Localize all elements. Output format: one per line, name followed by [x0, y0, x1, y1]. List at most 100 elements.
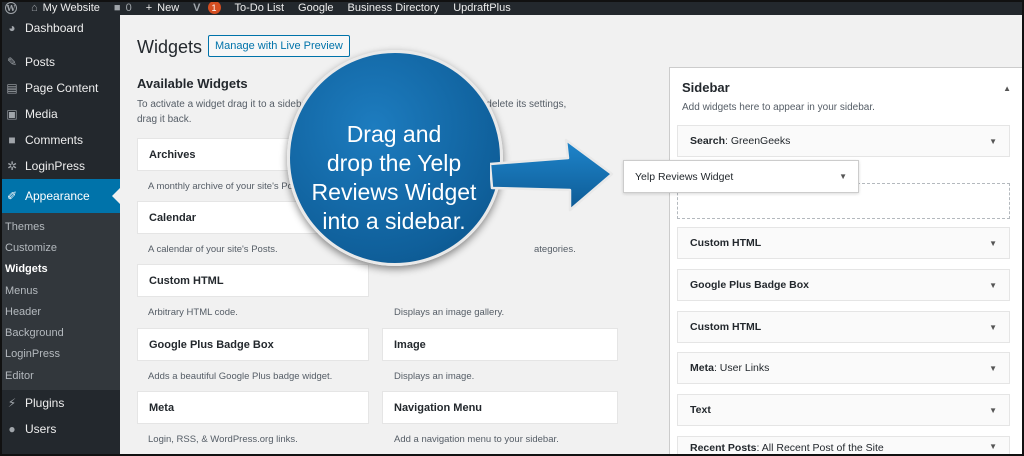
pushpin-icon: ✎ — [6, 55, 18, 69]
sidebar-widget-meta[interactable]: Meta: User Links ▼ — [677, 352, 1010, 384]
media-icon: ▣ — [6, 107, 18, 121]
widget-meta[interactable]: Meta — [137, 391, 369, 424]
menu-loginpress[interactable]: ✲ LoginPress — [0, 153, 120, 179]
sidebar-widget-custom-html[interactable]: Custom HTML ▼ — [677, 227, 1010, 259]
submenu-customize[interactable]: Customize — [0, 237, 120, 258]
collapse-arrow-icon[interactable]: ▲ — [1003, 84, 1011, 93]
comments-link[interactable]: ■ 0 — [114, 2, 132, 14]
comment-bubble-icon: ■ — [8, 133, 16, 147]
sidebar-widget-subtitle: : All Recent Post of the Site — [756, 441, 884, 454]
admin-menu: ◕ Dashboard ✎ Posts ▤ Page Content ▣ Med… — [0, 15, 120, 456]
menu-posts-label: Posts — [25, 55, 56, 69]
sidebar-widget-subtitle: : User Links — [713, 362, 770, 374]
sidebar-widget-search[interactable]: Search: GreenGeeks ▼ — [677, 125, 1010, 157]
caret-down-icon[interactable]: ▼ — [989, 281, 997, 290]
available-desc-part-c: drag it back. — [137, 114, 192, 125]
sidebar-widget-name: Text — [690, 404, 711, 416]
menu-page-content-label: Page Content — [25, 81, 99, 95]
submenu-themes[interactable]: Themes — [0, 216, 120, 237]
submenu-header[interactable]: Header — [0, 301, 120, 322]
caret-down-icon[interactable]: ▼ — [989, 239, 997, 248]
widget-meta-desc: Login, RSS, & WordPress.org links. — [148, 434, 298, 445]
sidebar-widget-google-plus-badge[interactable]: Google Plus Badge Box ▼ — [677, 269, 1010, 301]
sidebar-widget-name: Meta — [690, 362, 714, 374]
sidebar-title: Sidebar — [682, 80, 730, 95]
menu-users[interactable]: ● Users — [0, 416, 120, 442]
dragged-widget-label: Yelp Reviews Widget — [635, 170, 734, 183]
admin-bar: W ⌂ My Website ■ 0 + New V 1 To-Do List … — [0, 0, 1024, 15]
submenu-widgets[interactable]: Widgets — [0, 259, 120, 280]
instruction-callout-text: Drag and drop the Yelp Reviews Widget in… — [296, 120, 492, 236]
submenu-loginpress[interactable]: LoginPress — [0, 344, 120, 365]
sidebar-widget-area[interactable]: Sidebar ▲ Add widgets here to appear in … — [669, 67, 1024, 456]
dragged-yelp-reviews-widget[interactable]: Yelp Reviews Widget ▼ — [623, 160, 859, 193]
sidebar-widget-custom-html-2[interactable]: Custom HTML ▼ — [677, 311, 1010, 343]
gear-icon: ✲ — [6, 159, 18, 173]
menu-dashboard[interactable]: ◕ Dashboard — [0, 15, 120, 41]
widget-image[interactable]: Image — [382, 328, 618, 361]
caret-down-icon: ▼ — [839, 172, 847, 181]
new-content-link[interactable]: + New — [146, 2, 179, 14]
available-desc-part-a: To activate a widget drag it to a sideba… — [137, 99, 323, 110]
widget-categories-desc: ategories. — [534, 244, 576, 255]
menu-comments[interactable]: ■ Comments — [0, 127, 120, 153]
menu-comments-label: Comments — [25, 133, 84, 147]
widget-navigation-menu-desc: Add a navigation menu to your sidebar. — [394, 434, 559, 445]
callout-line: Reviews Widget — [311, 179, 477, 205]
widget-google-plus-desc: Adds a beautiful Google Plus badge widge… — [148, 371, 333, 382]
google-link[interactable]: Google — [298, 2, 333, 14]
menu-loginpress-label: LoginPress — [25, 159, 86, 173]
sidebar-description: Add widgets here to appear in your sideb… — [682, 102, 875, 113]
caret-down-icon[interactable]: ▼ — [989, 442, 997, 451]
appearance-submenu: Themes Customize Widgets Menus Header Ba… — [0, 213, 120, 391]
menu-appearance-label: Appearance — [25, 189, 90, 203]
submenu-editor[interactable]: Editor — [0, 365, 120, 386]
menu-posts[interactable]: ✎ Posts — [0, 49, 120, 75]
comments-count: 0 — [125, 1, 132, 14]
main-content: Widgets Manage with Live Preview Availab… — [120, 15, 1024, 456]
menu-appearance[interactable]: ✐ Appearance — [0, 179, 120, 213]
business-directory-link[interactable]: Business Directory — [348, 2, 440, 14]
sidebar-widget-text[interactable]: Text ▼ — [677, 394, 1010, 426]
gauge-icon: ◕ — [8, 21, 16, 35]
user-icon: ● — [8, 422, 16, 437]
menu-page-content[interactable]: ▤ Page Content — [0, 75, 120, 101]
plus-icon: + — [145, 1, 153, 14]
menu-media-label: Media — [25, 107, 58, 121]
menu-media[interactable]: ▣ Media — [0, 101, 120, 127]
todo-list-link[interactable]: To-Do List — [235, 2, 285, 14]
callout-line: drop the Yelp — [326, 150, 462, 176]
caret-down-icon[interactable]: ▼ — [989, 406, 997, 415]
page-icon: ▤ — [6, 81, 18, 95]
widget-custom-html[interactable]: Custom HTML — [137, 264, 369, 297]
caret-down-icon[interactable]: ▼ — [989, 323, 997, 332]
sidebar-widget-name: Custom HTML — [690, 321, 762, 333]
site-name-label: My Website — [42, 1, 100, 14]
widget-archives-desc: A monthly archive of your site's Po — [148, 181, 293, 192]
sidebar-widget-name: Google Plus Badge Box — [690, 279, 810, 291]
sidebar-widget-recent-posts[interactable]: Recent Posts: All Recent Post of the Sit… — [677, 436, 1010, 456]
site-name-link[interactable]: ⌂ My Website — [31, 2, 100, 14]
updraftplus-link[interactable]: UpdraftPlus — [453, 2, 510, 14]
drag-arrow-icon — [490, 138, 614, 212]
plug-icon: ⚡ — [7, 396, 17, 411]
widget-gallery-desc: Displays an image gallery. — [394, 307, 505, 318]
comment-bubble-icon: ■ — [113, 1, 121, 14]
home-icon: ⌂ — [31, 1, 38, 14]
caret-down-icon[interactable]: ▼ — [989, 137, 997, 146]
callout-line: Drag and — [346, 121, 442, 147]
widget-google-plus-badge[interactable]: Google Plus Badge Box — [137, 328, 369, 361]
manage-live-preview-button[interactable]: Manage with Live Preview — [208, 35, 350, 57]
widget-navigation-menu[interactable]: Navigation Menu — [382, 391, 618, 424]
submenu-menus[interactable]: Menus — [0, 280, 120, 301]
menu-plugins[interactable]: ⚡ Plugins — [0, 390, 120, 416]
submenu-background[interactable]: Background — [0, 322, 120, 343]
caret-down-icon[interactable]: ▼ — [989, 364, 997, 373]
updates-link[interactable]: V 1 — [193, 1, 221, 14]
menu-users-label: Users — [25, 422, 57, 437]
wordpress-logo-icon[interactable]: W — [5, 1, 17, 14]
new-label: New — [157, 1, 180, 14]
menu-dashboard-label: Dashboard — [25, 21, 84, 35]
plugin-v-icon: V — [193, 1, 201, 14]
available-widgets-title: Available Widgets — [137, 76, 248, 91]
